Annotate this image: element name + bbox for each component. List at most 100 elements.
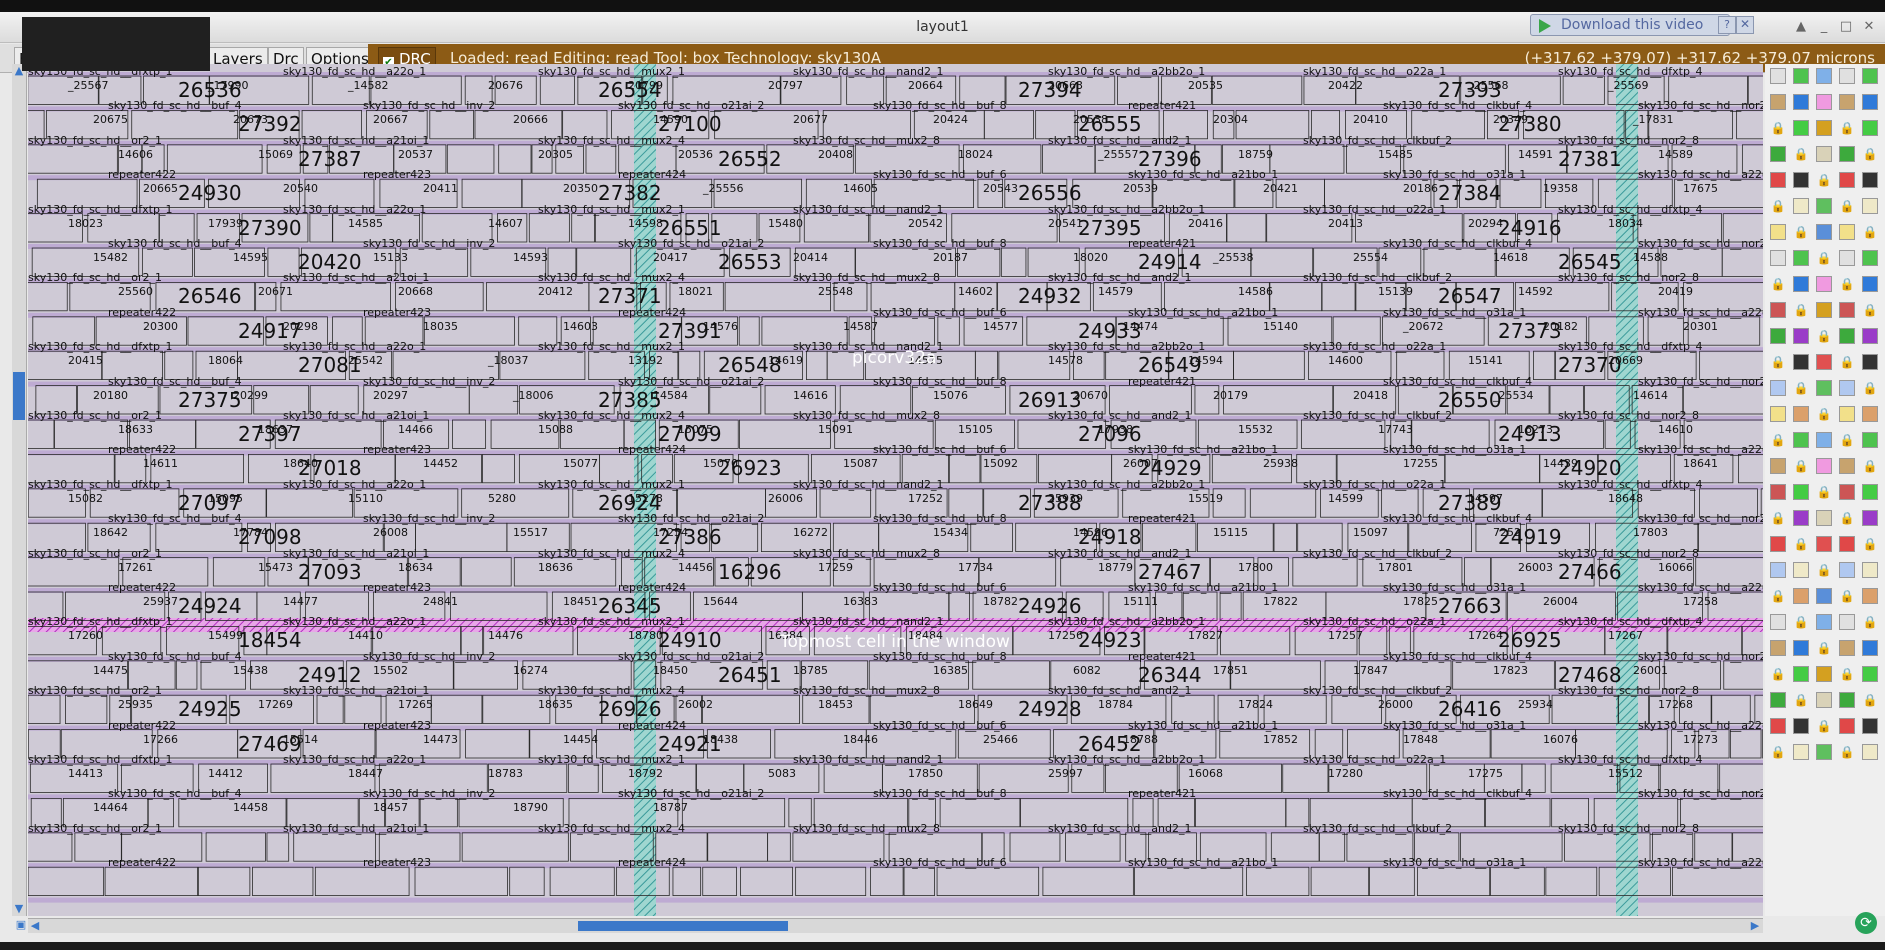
layer-swatch[interactable] [1816,614,1832,630]
close-overlay-button[interactable]: ✕ [1736,16,1754,34]
layer-lock-icon[interactable]: 🔒 [1816,562,1832,578]
layout-canvas[interactable]: 26536 26554 27394 27393 27392 27100 26555 27380… [28,64,1763,916]
layer-swatch[interactable] [1793,666,1809,682]
layer-lock-icon[interactable]: 🔒 [1862,536,1878,552]
layer-swatch[interactable] [1770,224,1786,240]
layer-lock-icon[interactable]: 🔒 [1839,432,1855,448]
layer-swatch[interactable] [1839,640,1855,656]
layer-swatch[interactable] [1816,458,1832,474]
layer-lock-icon[interactable]: 🔒 [1816,328,1832,344]
scroll-down-icon[interactable]: ▼ [12,902,26,916]
layer-swatch[interactable] [1770,68,1786,84]
layer-swatch[interactable] [1862,744,1878,760]
layer-lock-icon[interactable]: 🔒 [1793,458,1809,474]
layer-palette[interactable]: 🔒 🔒 🔒 🔒 🔒 🔒 🔒 🔒 🔒 🔒 🔒 🔒 🔒 🔒 🔒 🔒 🔒 🔒 🔒 🔒 🔒 🔒 🔒 🔒 🔒 🔒 🔒 🔒 🔒 🔒 🔒 🔒 🔒 🔒 🔒 🔒 🔒 🔒 🔒 🔒… [1765,64,1885,916]
layer-swatch[interactable] [1862,432,1878,448]
layer-lock-icon[interactable]: 🔒 [1793,614,1809,630]
layer-swatch[interactable] [1862,718,1878,734]
layer-swatch[interactable] [1793,198,1809,214]
layer-swatch[interactable] [1862,354,1878,370]
layer-lock-icon[interactable]: 🔒 [1862,380,1878,396]
layer-lock-icon[interactable]: 🔒 [1770,666,1786,682]
layer-lock-icon[interactable]: 🔒 [1862,614,1878,630]
help-button[interactable]: ? [1718,16,1736,34]
layer-lock-icon[interactable]: 🔒 [1816,406,1832,422]
layer-swatch[interactable] [1839,562,1855,578]
layer-swatch[interactable] [1793,250,1809,266]
layer-swatch[interactable] [1793,484,1809,500]
layer-lock-icon[interactable]: 🔒 [1862,146,1878,162]
layer-swatch[interactable] [1862,328,1878,344]
layer-swatch[interactable] [1839,380,1855,396]
layer-swatch[interactable] [1862,510,1878,526]
layer-lock-icon[interactable]: 🔒 [1816,172,1832,188]
layer-lock-icon[interactable]: 🔒 [1793,380,1809,396]
layer-swatch[interactable] [1862,68,1878,84]
horizontal-scrollbar[interactable]: ◀ ▶ [28,918,1763,933]
layer-swatch[interactable] [1770,172,1786,188]
layer-swatch[interactable] [1770,250,1786,266]
layer-swatch[interactable] [1816,432,1832,448]
layer-swatch[interactable] [1862,120,1878,136]
layer-swatch[interactable] [1839,484,1855,500]
layer-swatch[interactable] [1862,666,1878,682]
layer-swatch[interactable] [1839,302,1855,318]
layer-swatch[interactable] [1816,536,1832,552]
layer-swatch[interactable] [1839,692,1855,708]
layer-swatch[interactable] [1816,302,1832,318]
layer-lock-icon[interactable]: 🔒 [1816,484,1832,500]
layer-swatch[interactable] [1793,328,1809,344]
minimize-icon[interactable]: _ [1815,18,1833,36]
layer-lock-icon[interactable]: 🔒 [1770,198,1786,214]
layer-swatch[interactable] [1793,354,1809,370]
layer-swatch[interactable] [1862,640,1878,656]
layer-lock-icon[interactable]: 🔒 [1793,536,1809,552]
layer-lock-icon[interactable]: 🔒 [1839,510,1855,526]
layer-swatch[interactable] [1770,692,1786,708]
layer-swatch[interactable] [1770,406,1786,422]
layer-swatch[interactable] [1839,406,1855,422]
layer-swatch[interactable] [1862,562,1878,578]
layer-swatch[interactable] [1816,146,1832,162]
layer-swatch[interactable] [1793,588,1809,604]
layer-swatch[interactable] [1770,328,1786,344]
layer-swatch[interactable] [1839,68,1855,84]
scroll-right-icon[interactable]: ▶ [1748,919,1762,933]
layer-swatch[interactable] [1793,94,1809,110]
layer-swatch[interactable] [1816,666,1832,682]
download-video-button[interactable]: Download this video [1530,14,1730,36]
layer-swatch[interactable] [1862,276,1878,292]
layer-lock-icon[interactable]: 🔒 [1839,666,1855,682]
layer-swatch[interactable] [1793,718,1809,734]
layer-swatch[interactable] [1793,276,1809,292]
layer-lock-icon[interactable]: 🔒 [1839,354,1855,370]
layer-lock-icon[interactable]: 🔒 [1816,640,1832,656]
layer-swatch[interactable] [1862,94,1878,110]
layer-lock-icon[interactable]: 🔒 [1793,224,1809,240]
layer-swatch[interactable] [1862,484,1878,500]
record-icon[interactable]: ⟳ [1855,912,1877,934]
layer-swatch[interactable] [1770,302,1786,318]
layer-lock-icon[interactable]: 🔒 [1793,302,1809,318]
layer-swatch[interactable] [1770,380,1786,396]
layer-swatch[interactable] [1793,120,1809,136]
layer-swatch[interactable] [1793,406,1809,422]
layer-lock-icon[interactable]: 🔒 [1839,744,1855,760]
layer-lock-icon[interactable]: 🔒 [1793,146,1809,162]
layer-swatch[interactable] [1793,640,1809,656]
layer-lock-icon[interactable]: 🔒 [1770,354,1786,370]
layer-swatch[interactable] [1770,458,1786,474]
corner-box-icon[interactable]: ▣ [14,918,28,932]
layer-swatch[interactable] [1770,146,1786,162]
layer-lock-icon[interactable]: 🔒 [1770,120,1786,136]
layer-swatch[interactable] [1839,718,1855,734]
layer-swatch[interactable] [1839,458,1855,474]
layer-swatch[interactable] [1793,172,1809,188]
layer-swatch[interactable] [1839,250,1855,266]
layer-lock-icon[interactable]: 🔒 [1770,276,1786,292]
layer-swatch[interactable] [1862,588,1878,604]
layer-swatch[interactable] [1862,198,1878,214]
layer-swatch[interactable] [1816,744,1832,760]
layer-swatch[interactable] [1839,328,1855,344]
layer-swatch[interactable] [1839,536,1855,552]
